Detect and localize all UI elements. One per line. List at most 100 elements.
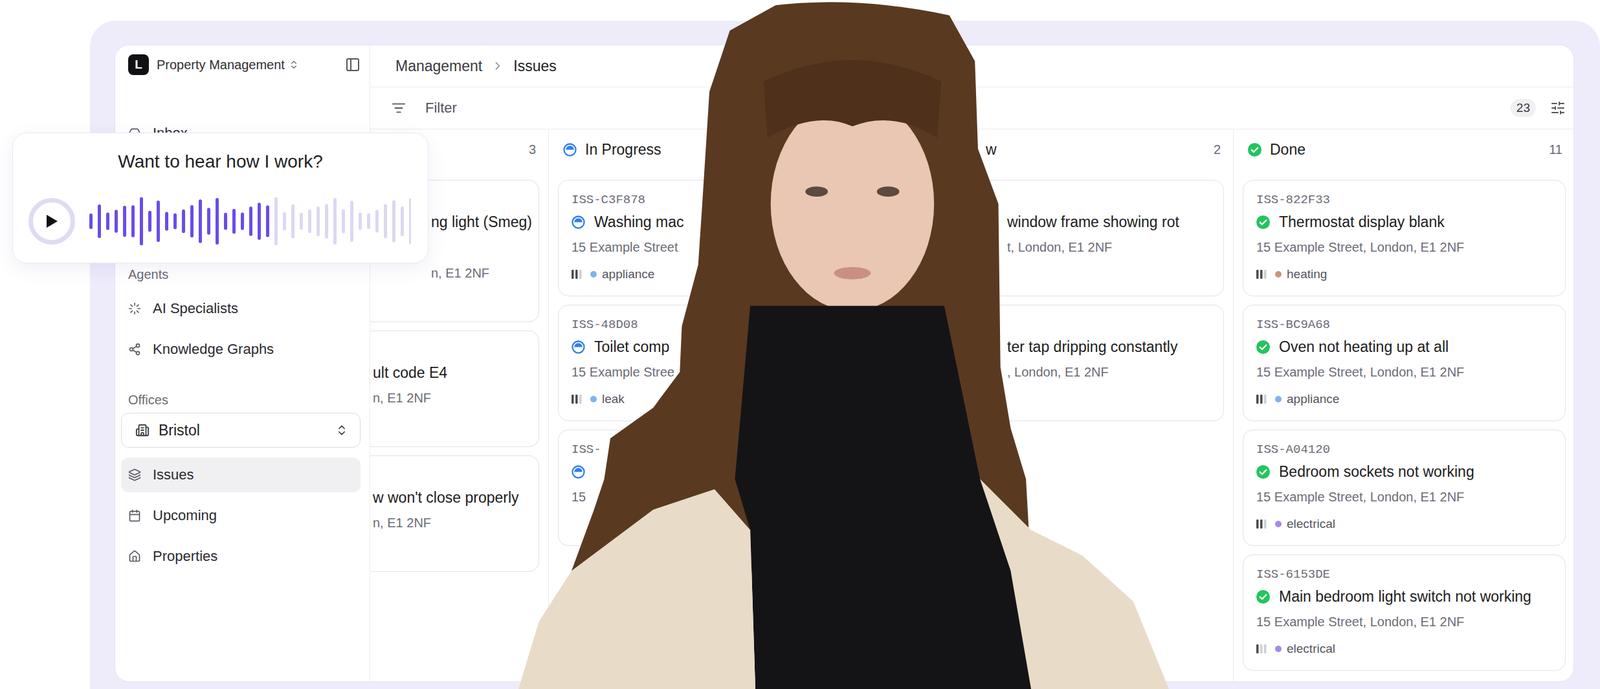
sidebar-item-label: Knowledge Graphs (152, 341, 274, 358)
tag-dot (1275, 271, 1282, 278)
column-title: In Progress (585, 141, 662, 159)
issue-id: ISS-6153DE (1256, 566, 1553, 583)
sidebar-item-label: Properties (152, 548, 218, 566)
page: LProperty ManagementInboxAgentsAI Specia… (0, 0, 1600, 689)
tag-dot (1275, 521, 1282, 528)
chevrons-icon (335, 423, 349, 437)
issue-tags: electrical (1256, 515, 1553, 533)
column-count: 3 (528, 142, 536, 158)
breadcrumb-item[interactable]: Issues (513, 57, 556, 76)
layers-icon (128, 468, 142, 482)
issue-title: Thermostat display blank (1256, 212, 1553, 232)
tag-dot (1275, 396, 1282, 403)
column-title: w (985, 141, 997, 159)
tag-label: leak (601, 392, 625, 407)
issue-title: Bedroom sockets not working (1256, 462, 1553, 481)
audio-promo-title: Want to hear how I work? (117, 148, 323, 175)
column-title: Done (1269, 141, 1306, 159)
graph-icon (128, 343, 142, 356)
issue-tags (1007, 390, 1211, 408)
workspace-logo: L (128, 54, 149, 76)
chevron-right-icon (491, 59, 505, 73)
tag-label: heating (1286, 267, 1327, 282)
issue-id: ISS-BC9A68 (1256, 317, 1553, 333)
building-icon (135, 423, 150, 438)
issue-address: , London, E1 2NF (1007, 363, 1211, 381)
tag-label: appliance (601, 267, 655, 282)
tag-label: electrical (1286, 517, 1336, 532)
spinner-icon (128, 302, 142, 316)
issue-address: n, E1 2NF (372, 389, 526, 407)
workspace-header[interactable]: LProperty Management (121, 45, 361, 85)
agents-nav: AI Specialists Knowledge Graphs (121, 291, 361, 367)
calendar-icon (128, 509, 142, 523)
priority-icon (1256, 644, 1268, 654)
in-progress-status-icon (563, 143, 577, 157)
issue-card[interactable]: ult code E4 n, E1 2NF (370, 330, 540, 448)
office-select-value: Bristol (158, 422, 200, 440)
sidebar-item-label: Upcoming (152, 507, 217, 525)
play-icon (44, 213, 59, 230)
done-status-icon (1256, 465, 1270, 479)
sidebar-item[interactable]: Knowledge Graphs (121, 332, 361, 367)
done-status-icon (1256, 590, 1270, 604)
priority-icon (1256, 269, 1268, 279)
priority-icon (571, 394, 583, 404)
sidebar-item[interactable]: Issues (121, 457, 361, 493)
sidebar-item[interactable]: Properties (121, 539, 361, 575)
priority-icon (1256, 394, 1268, 404)
tag-dot (590, 396, 597, 403)
issue-card[interactable]: ISS-822F33 Thermostat display blank 15 Exa… (1242, 179, 1566, 297)
sidebar-item-label: Issues (152, 466, 195, 484)
tag-label: electrical (1286, 642, 1336, 657)
sidebar-item[interactable]: Upcoming (121, 498, 361, 534)
section-label: Offices (121, 391, 361, 409)
issue-tags: appliance (1256, 390, 1553, 408)
issue-title: ult code E4 (372, 363, 526, 382)
issue-title: Oven not heating up at all (1256, 337, 1553, 356)
issue-tags: electrical (1256, 640, 1553, 658)
issue-card[interactable]: w won't close properly n, E1 2NF (370, 455, 540, 573)
issue-address: n, E1 2NF (431, 264, 526, 282)
sliders-icon (1550, 100, 1566, 116)
issue-count: 23 (1510, 99, 1536, 118)
office-select[interactable]: Bristol (121, 412, 361, 448)
issue-address: 15 Example Street, London, E1 2NF (1256, 488, 1553, 506)
sidebar-item[interactable]: AI Specialists (121, 291, 361, 327)
issue-title: window frame showing rot (1007, 212, 1211, 232)
audio-promo-card: Want to hear how I work? (12, 132, 429, 264)
issue-title: ter tap dripping constantly (1007, 337, 1211, 356)
done-status-icon (1247, 143, 1262, 157)
panel-icon (344, 56, 361, 73)
sidebar-toggle[interactable] (344, 56, 361, 73)
issue-address: n, E1 2NF (372, 514, 526, 532)
issue-card[interactable]: ISS-BC9A68 Oven not heating up at all 15 E… (1242, 304, 1566, 422)
office-nav: Issues Upcoming Properties (121, 457, 361, 575)
play-button[interactable] (28, 198, 76, 245)
view-settings-button[interactable] (1550, 100, 1566, 116)
done-status-icon (1256, 340, 1270, 355)
tag-dot (590, 271, 597, 278)
sidebar-item-label: AI Specialists (152, 300, 239, 318)
house-icon (128, 550, 142, 564)
tag-dot (1275, 645, 1282, 653)
board-column: Done11ISS-822F33Thermostat display blank… (1233, 129, 1574, 682)
issue-title: w won't close properly (372, 488, 526, 507)
in-progress-status-icon (571, 340, 586, 355)
issue-id: ISS-822F33 (1256, 192, 1553, 208)
filter-button[interactable]: Filter (391, 99, 457, 117)
breadcrumb-item[interactable]: Management (395, 57, 483, 76)
issue-card[interactable]: ISS-A04120Bedroom sockets not working15 … (1242, 429, 1566, 547)
in-progress-status-icon (571, 465, 586, 479)
issue-title: ng light (Smeg) (431, 212, 526, 232)
issue-address: 15 Example Street, London, E1 2NF (1256, 363, 1553, 381)
column-count: 2 (1213, 142, 1221, 158)
issue-card[interactable]: ISS-6153DEMain bedroom light switch not … (1242, 554, 1566, 672)
waveform-icon[interactable] (89, 195, 412, 248)
issue-address: 15 Example Street, London, E1 2NF (1256, 238, 1553, 256)
card-list: ISS-822F33 Thermostat display blank 15 Exa… (1233, 170, 1574, 672)
